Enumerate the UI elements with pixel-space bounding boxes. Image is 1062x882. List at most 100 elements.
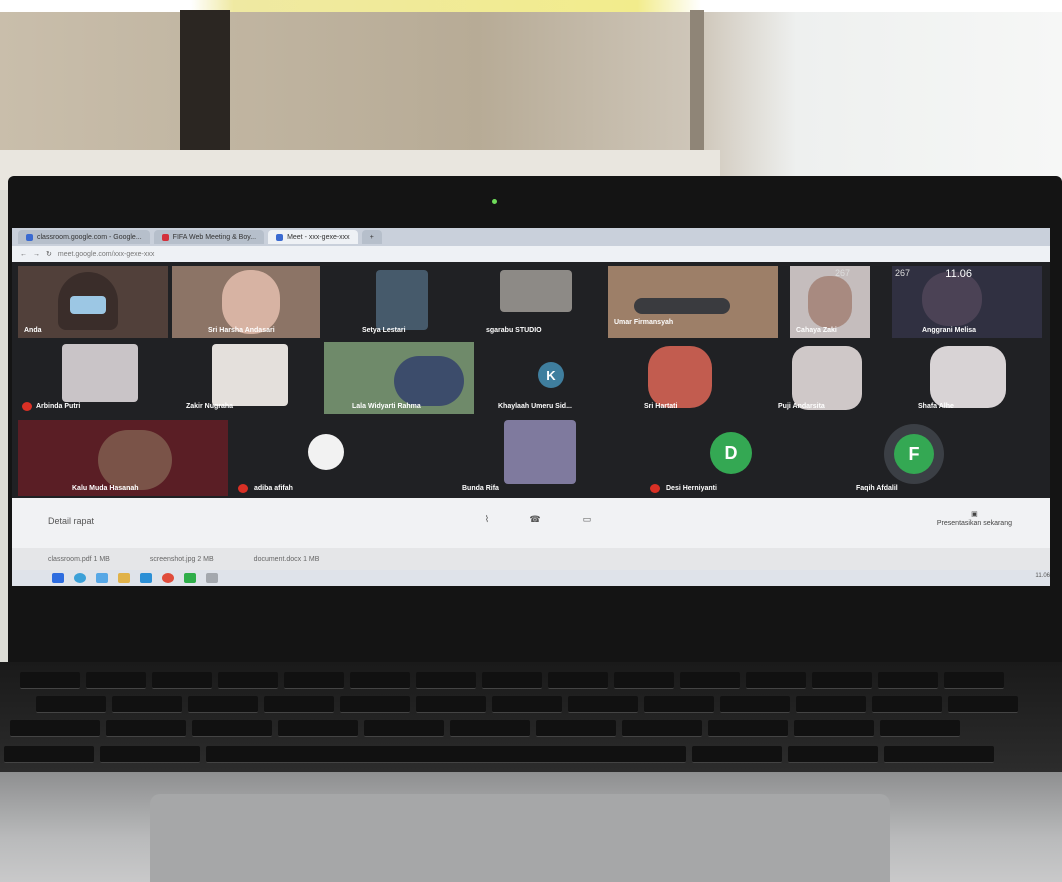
youtube-icon [161, 233, 169, 241]
participant-tile[interactable]: Sri Hartati [638, 342, 766, 414]
key [10, 720, 100, 737]
key [192, 720, 272, 737]
speaker-stat: 267 [894, 268, 910, 278]
download-item[interactable]: classroom.pdf 1 MB [48, 556, 110, 563]
participant-video [98, 430, 172, 490]
download-item[interactable]: screenshot.jpg 2 MB [150, 556, 214, 563]
key [878, 672, 938, 689]
file-explorer-icon[interactable] [118, 573, 130, 583]
system-tray-clock[interactable]: 11.06 [1035, 573, 1050, 579]
key [340, 696, 410, 713]
key [450, 720, 530, 737]
participant-tile[interactable]: adiba afifah [232, 420, 442, 496]
participant-tile[interactable]: Sri Harsha Andasari [172, 266, 320, 338]
participant-tile[interactable]: Anda [18, 266, 168, 338]
browser-tab[interactable]: classroom.google.com - Google... [18, 230, 150, 244]
meet-control-bar: Detail rapat ⌇ ☎ ▭ ▣ Presentasikan sekar… [12, 498, 1050, 548]
edge-icon[interactable] [140, 573, 152, 583]
key [708, 720, 788, 737]
key-row [20, 672, 1004, 689]
camera-icon[interactable]: ▭ [578, 510, 596, 528]
key [812, 672, 872, 689]
participant-video [930, 346, 1006, 408]
participant-video [648, 346, 712, 408]
classroom-icon [26, 233, 33, 241]
meet-grid: Anda Sri Harsha Andasari Setya Lestari s… [12, 262, 1050, 498]
start-icon[interactable] [52, 573, 64, 583]
key [880, 720, 960, 737]
participant-tile[interactable]: Kalu Muda Hasanah [18, 420, 228, 496]
key [416, 672, 476, 689]
laptop-screen: classroom.google.com - Google... FIFA We… [12, 228, 1050, 586]
participant-tile[interactable]: Zakir Nugraha [172, 342, 322, 414]
participant-tile[interactable]: Puji Andarsita [772, 342, 892, 414]
key [278, 720, 358, 737]
participant-tile[interactable]: Shafa Alhe [898, 342, 1042, 414]
key [680, 672, 740, 689]
key [188, 696, 258, 713]
spacebar [206, 746, 686, 763]
participant-tile-pinned[interactable]: Umar Firmansyah [608, 266, 778, 338]
new-tab-button[interactable]: + [361, 230, 382, 244]
key [796, 696, 866, 713]
participant-avatar: F [894, 434, 934, 474]
back-icon[interactable]: ← [20, 251, 27, 258]
key [794, 720, 874, 737]
participant-avatar [308, 434, 344, 470]
meet-icon [276, 233, 284, 241]
participant-tile[interactable]: D Desi Herniyanti [640, 420, 840, 496]
key [568, 696, 638, 713]
task-view-icon[interactable] [96, 573, 108, 583]
forward-icon[interactable]: → [33, 251, 40, 258]
tile-controls[interactable] [634, 298, 730, 314]
wooden-beam [180, 10, 230, 160]
present-now-button[interactable]: ▣ Presentasikan sekarang [937, 510, 1012, 528]
download-item[interactable]: document.docx 1 MB [254, 556, 320, 563]
download-shelf: classroom.pdf 1 MB screenshot.jpg 2 MB d… [12, 548, 1050, 570]
key [20, 672, 80, 689]
key [492, 696, 562, 713]
participant-tile[interactable]: Lala Widyarti Rahma [324, 342, 474, 414]
chrome-icon[interactable] [162, 573, 174, 583]
key [548, 672, 608, 689]
reload-icon[interactable]: ↻ [46, 250, 52, 258]
participant-tile[interactable]: Setya Lestari [348, 266, 466, 338]
search-icon[interactable] [74, 573, 86, 583]
background-decor [0, 0, 1062, 12]
key-row [10, 720, 960, 737]
participant-tile[interactable]: sgarabu STUDIO [476, 266, 596, 338]
wall-pillar [690, 10, 704, 170]
participant-tile[interactable]: Cahaya Zaki [790, 266, 870, 338]
key [264, 696, 334, 713]
mic-off-icon [22, 402, 32, 411]
meeting-details-button[interactable]: Detail rapat [48, 516, 94, 526]
participant-tile-speaking[interactable]: F Faqih Afdalil [842, 420, 1042, 496]
browser-tab[interactable]: FIFA Web Meeting & Boy... [153, 230, 265, 244]
participant-tile[interactable]: Bunda Rifa [448, 420, 608, 496]
participant-tile[interactable]: Arbinda Putri [18, 342, 168, 414]
key [284, 672, 344, 689]
url-field[interactable]: meet.google.com/xxx-gexe-xxx [58, 251, 278, 258]
mask [70, 296, 106, 314]
key [536, 720, 616, 737]
key [350, 672, 410, 689]
end-call-icon[interactable]: ☎ [526, 510, 544, 528]
app-icon[interactable] [184, 573, 196, 583]
app-icon[interactable] [206, 573, 218, 583]
browser-tab-bar: classroom.google.com - Google... FIFA We… [12, 228, 1050, 246]
participant-video [212, 344, 288, 406]
mic-icon[interactable]: ⌇ [478, 510, 496, 528]
key [364, 720, 444, 737]
touchpad [150, 794, 890, 882]
mic-off-icon [650, 484, 660, 493]
key [482, 672, 542, 689]
speaker-stat: 267 [834, 268, 850, 278]
key [720, 696, 790, 713]
participant-video [922, 272, 982, 326]
laptop-keyboard [0, 662, 1062, 772]
key-row [4, 746, 994, 763]
key [884, 746, 994, 763]
browser-tab-active[interactable]: Meet - xxx-gexe-xxx [268, 230, 358, 244]
key [746, 672, 806, 689]
participant-tile[interactable]: K Khaylaah Umeru Sid... [482, 342, 632, 414]
